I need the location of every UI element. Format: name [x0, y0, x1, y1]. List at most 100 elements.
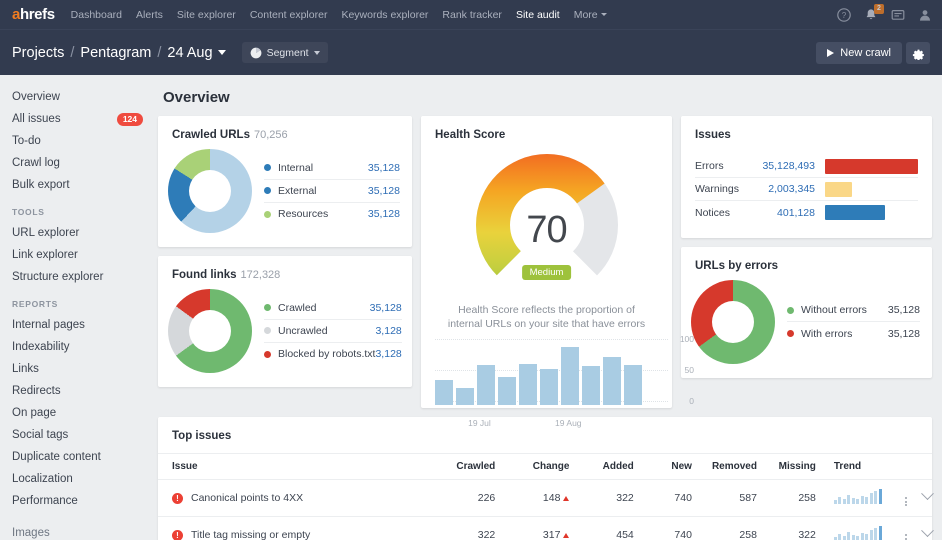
issue-name[interactable]: Title tag missing or empty: [191, 529, 310, 540]
table-header-row: Issue Crawled Change Added New Removed M…: [158, 454, 932, 480]
sidebar-item-label: Overview: [12, 91, 60, 103]
legend-row[interactable]: With errors 35,128: [787, 322, 920, 345]
segment-button[interactable]: Segment: [242, 42, 328, 63]
column-header-missing[interactable]: Missing: [757, 454, 816, 480]
issues-row-errors[interactable]: Errors 35,128,493: [695, 155, 918, 178]
sidebar-item-to-do[interactable]: To-do: [0, 131, 155, 151]
sidebar-item-link-explorer[interactable]: Link explorer: [0, 245, 155, 265]
issues-bar-fill: [825, 159, 918, 174]
table-row[interactable]: ! Title tag missing or empty 322 317 454…: [158, 517, 932, 540]
nav-link-rank-tracker[interactable]: Rank tracker: [442, 9, 502, 21]
nav-link-keywords-explorer[interactable]: Keywords explorer: [341, 9, 428, 21]
row-menu-button[interactable]: [905, 534, 907, 540]
issues-row-warnings[interactable]: Warnings 2,003,345: [695, 178, 918, 201]
sidebar-item-bulk-export[interactable]: Bulk export: [0, 175, 155, 195]
sidebar-item-performance[interactable]: Performance: [0, 491, 155, 511]
cell-missing: 322: [757, 517, 816, 540]
sidebar-item-redirects[interactable]: Redirects: [0, 381, 155, 401]
column-header-added[interactable]: Added: [569, 454, 633, 480]
nav-link-site-explorer[interactable]: Site explorer: [177, 9, 236, 21]
nav-link-more[interactable]: More: [574, 9, 607, 21]
legend-row[interactable]: Resources 35,128: [264, 203, 400, 226]
cell-change: 317: [495, 517, 569, 540]
settings-button[interactable]: [906, 42, 930, 64]
cell-trend: [816, 517, 882, 540]
y-tick-label: 0: [689, 396, 694, 406]
legend-dot-icon: [264, 304, 271, 311]
sidebar-item-structure-explorer[interactable]: Structure explorer: [0, 267, 155, 287]
sidebar-item-indexability[interactable]: Indexability: [0, 337, 155, 357]
nav-link-site-audit[interactable]: Site audit: [516, 9, 560, 21]
sidebar-item-links[interactable]: Links: [0, 359, 155, 379]
issues-row-notices[interactable]: Notices 401,128: [695, 201, 918, 224]
chevron-down-icon[interactable]: [218, 50, 226, 55]
notifications-bell-icon[interactable]: 2: [864, 8, 878, 22]
chevron-down-icon[interactable]: [921, 487, 934, 500]
legend-row[interactable]: Uncrawled 3,128: [264, 320, 402, 343]
column-header-trend[interactable]: Trend: [816, 454, 882, 480]
urls-by-errors-legend: Without errors 35,128 With errors 35,128: [787, 299, 920, 345]
issues-value: 401,128: [753, 207, 815, 219]
legend-row[interactable]: Crawled 35,128: [264, 297, 402, 320]
sidebar-item-crawl-log[interactable]: Crawl log: [0, 153, 155, 173]
issues-title: Issues: [681, 116, 932, 141]
column-header-change[interactable]: Change: [495, 454, 569, 480]
history-bar[interactable]: [624, 365, 642, 405]
ahrefs-logo[interactable]: ahrefs: [12, 6, 55, 23]
history-bar[interactable]: [519, 364, 537, 405]
new-crawl-button[interactable]: New crawl: [816, 42, 902, 64]
history-bar[interactable]: [582, 366, 600, 405]
sidebar-item-images[interactable]: Images: [0, 523, 155, 540]
nav-link-dashboard[interactable]: Dashboard: [71, 9, 122, 21]
column-header-crawled[interactable]: Crawled: [419, 454, 495, 480]
legend-dot-icon: [264, 327, 271, 334]
chevron-down-icon[interactable]: [921, 524, 934, 537]
sidebar-item-on-page[interactable]: On page: [0, 403, 155, 423]
nav-link-alerts[interactable]: Alerts: [136, 9, 163, 21]
sidebar-item-all-issues[interactable]: All issues 124: [0, 109, 155, 129]
sidebar-item-social-tags[interactable]: Social tags: [0, 425, 155, 445]
column-header-removed[interactable]: Removed: [692, 454, 757, 480]
cell-crawled: 226: [419, 480, 495, 517]
legend-row[interactable]: External 35,128: [264, 180, 400, 203]
history-bars: [435, 343, 642, 405]
table-row[interactable]: ! Canonical points to 4XX 226 148 322 74…: [158, 480, 932, 517]
column-header-new[interactable]: New: [634, 454, 692, 480]
health-score-badge: Medium: [522, 265, 572, 280]
account-avatar-icon[interactable]: [918, 8, 932, 22]
messages-icon[interactable]: [891, 8, 905, 22]
sidebar-item-overview[interactable]: Overview: [0, 87, 155, 107]
x-tick-label: 19 Aug: [555, 418, 581, 428]
sidebar-item-internal-pages[interactable]: Internal pages: [0, 315, 155, 335]
history-bar[interactable]: [435, 380, 453, 405]
history-bar[interactable]: [540, 369, 558, 405]
all-issues-badge: 124: [117, 113, 143, 126]
legend-row[interactable]: Internal 35,128: [264, 157, 400, 180]
history-bar[interactable]: [561, 347, 579, 405]
issue-name[interactable]: Canonical points to 4XX: [191, 492, 303, 504]
sidebar-item-url-explorer[interactable]: URL explorer: [0, 223, 155, 243]
help-icon[interactable]: ?: [837, 8, 851, 22]
legend-label: Crawled: [278, 302, 370, 314]
cell-actions: [882, 517, 907, 540]
urls-by-errors-chart-row: Without errors 35,128 With errors 35,128: [681, 272, 932, 378]
column-header-issue[interactable]: Issue: [158, 454, 419, 480]
sidebar-item-duplicate-content[interactable]: Duplicate content: [0, 447, 155, 467]
sidebar-item-localization[interactable]: Localization: [0, 469, 155, 489]
nav-link-content-explorer[interactable]: Content explorer: [250, 9, 328, 21]
cell-issue: ! Canonical points to 4XX: [158, 480, 419, 517]
history-bar[interactable]: [477, 365, 495, 405]
history-bar[interactable]: [603, 357, 621, 405]
nav-links: Dashboard Alerts Site explorer Content e…: [71, 9, 607, 21]
row-menu-button[interactable]: [905, 497, 907, 506]
legend-value: 3,128: [375, 325, 401, 337]
breadcrumb-date[interactable]: 24 Aug: [167, 45, 212, 61]
breadcrumb-projects[interactable]: Projects: [12, 45, 64, 61]
legend-row[interactable]: Blocked by robots.txt 3,128: [264, 343, 402, 366]
history-bar[interactable]: [456, 388, 474, 405]
legend-row[interactable]: Without errors 35,128: [787, 299, 920, 322]
history-bar[interactable]: [498, 377, 516, 405]
breadcrumb-project-name[interactable]: Pentagram: [80, 45, 151, 61]
sidebar-item-label: Structure explorer: [12, 271, 103, 283]
y-tick-label: 100: [680, 334, 694, 344]
